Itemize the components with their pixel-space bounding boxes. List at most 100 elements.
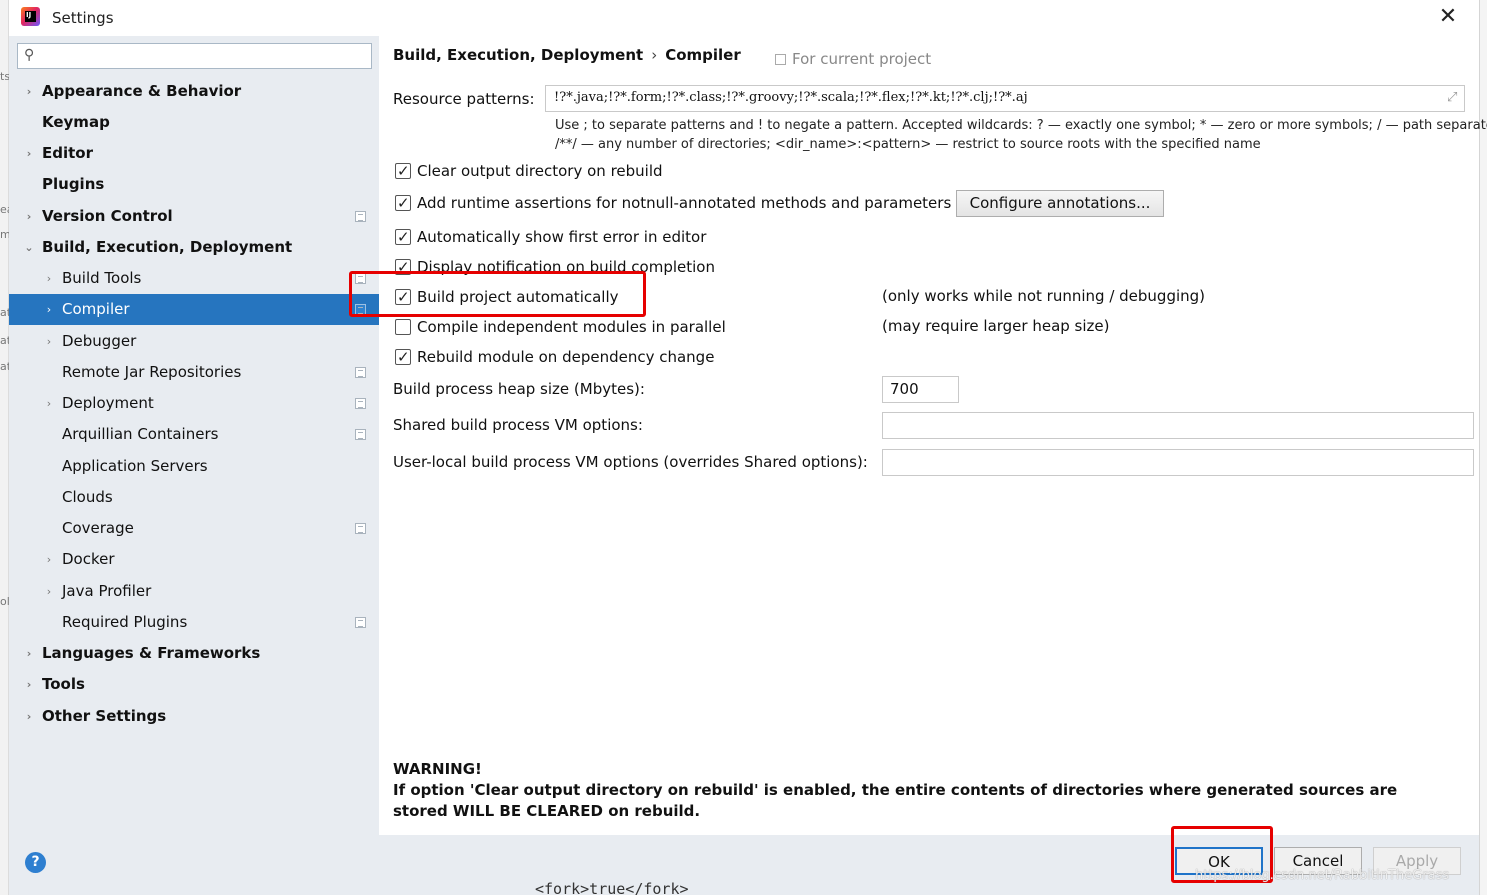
chevron-right-icon[interactable]: › [43, 544, 55, 575]
warning-block: WARNING! If option 'Clear output directo… [393, 759, 1453, 822]
background-code-fragment: <fork>true</fork> [535, 880, 689, 895]
checkbox[interactable] [395, 346, 411, 368]
sidebar-item-languages-frameworks[interactable]: › Languages & Frameworks [9, 638, 379, 669]
warning-title: WARNING! [393, 760, 482, 778]
title-bar: Settings ✕ [9, 0, 1479, 36]
sidebar-item-build-execution-deployment[interactable]: ⌄ Build, Execution, Deployment [9, 232, 379, 263]
chevron-right-icon[interactable]: › [23, 669, 35, 700]
sidebar-item-docker[interactable]: › Docker [9, 544, 379, 575]
sidebar-item-version-control[interactable]: › Version Control [9, 201, 379, 232]
resource-patterns-hint: /**/ — any number of directories; <dir_n… [555, 137, 1261, 152]
compiler-settings-panel: Build, Execution, Deployment › Compiler Fo… [379, 36, 1487, 835]
checkbox[interactable] [395, 226, 411, 248]
sidebar-item-label: Application Servers [62, 457, 208, 475]
sidebar-item-label: Compiler [62, 300, 130, 318]
chevron-right-icon[interactable]: › [43, 294, 55, 325]
search-field[interactable]: ⚲ [17, 43, 372, 69]
scope-indicator: For current project [775, 50, 931, 68]
sidebar-item-remote-jar-repositories[interactable]: Remote Jar Repositories [9, 357, 379, 388]
sidebar-item-java-profiler[interactable]: › Java Profiler [9, 576, 379, 607]
checkbox[interactable] [395, 160, 411, 182]
sidebar-item-label: Remote Jar Repositories [62, 363, 242, 381]
project-scope-icon [355, 617, 366, 628]
project-scope-icon [355, 273, 366, 284]
ide-editor-edge: ts ea m at at at ol [0, 0, 14, 895]
project-scope-icon [775, 54, 786, 65]
sidebar-item-deployment[interactable]: › Deployment [9, 388, 379, 419]
breadcrumb: Build, Execution, Deployment › Compiler [393, 46, 741, 64]
sidebar-item-plugins[interactable]: Plugins [9, 169, 379, 200]
checkbox[interactable] [395, 256, 411, 278]
project-scope-icon [355, 523, 366, 534]
chevron-right-icon[interactable]: › [43, 263, 55, 294]
chevron-right-icon[interactable]: › [23, 638, 35, 669]
settings-dialog: Settings ✕ ⚲ › Appearance & Behavior Keyma… [9, 0, 1487, 895]
sidebar-item-label: Keymap [42, 113, 110, 131]
user-vm-options-label: User-local build process VM options (ove… [393, 453, 868, 471]
heap-size-label: Build process heap size (Mbytes): [393, 380, 645, 398]
heap-size-input[interactable]: 700 [882, 376, 959, 403]
dialog-footer: ? OK Cancel Apply [9, 835, 1479, 895]
checkbox[interactable] [395, 286, 411, 308]
sidebar-item-compiler[interactable]: › Compiler [9, 294, 379, 325]
resource-patterns-input[interactable]: !?*.java;!?*.form;!?*.class;!?*.groovy;!… [545, 85, 1465, 112]
chevron-right-icon[interactable]: › [43, 576, 55, 607]
checkbox[interactable] [395, 319, 411, 335]
sidebar-item-label: Coverage [62, 519, 134, 537]
option-label: Rebuild module on dependency change [417, 348, 715, 366]
sidebar-item-label: Plugins [42, 175, 105, 193]
window-title: Settings [52, 9, 114, 27]
option-label: Add runtime assertions for notnull-annot… [417, 194, 952, 212]
chevron-right-icon[interactable]: › [23, 76, 35, 107]
configure-annotations-button[interactable]: Configure annotations... [956, 190, 1164, 217]
watermark: https://blog.csdn.net/RabbitInTheGrass [1195, 868, 1450, 883]
sidebar-item-label: Docker [62, 550, 115, 568]
sidebar-item-label: Languages & Frameworks [42, 644, 261, 662]
sidebar-item-label: Other Settings [42, 707, 167, 725]
sidebar-item-label: Build Tools [62, 269, 142, 287]
sidebar-item-tools[interactable]: › Tools [9, 669, 379, 700]
sidebar-item-debugger[interactable]: › Debugger [9, 326, 379, 357]
settings-sidebar: ⚲ › Appearance & Behavior Keymap › Editor Plu… [9, 36, 379, 835]
sidebar-item-other-settings[interactable]: › Other Settings [9, 701, 379, 732]
sidebar-item-keymap[interactable]: Keymap [9, 107, 379, 138]
sidebar-item-label: Editor [42, 144, 93, 162]
intellij-logo-icon [21, 7, 40, 26]
shared-vm-options-input[interactable] [882, 412, 1474, 439]
sidebar-item-arquillian-containers[interactable]: Arquillian Containers [9, 419, 379, 450]
warning-text: If option 'Clear output directory on reb… [393, 781, 1398, 820]
expand-field-icon[interactable]: ⤢ [1447, 90, 1457, 105]
project-scope-icon [355, 367, 366, 378]
project-scope-icon [355, 429, 366, 440]
checkbox[interactable] [395, 192, 411, 214]
sidebar-item-label: Java Profiler [62, 582, 152, 600]
chevron-right-icon[interactable]: › [43, 326, 55, 357]
resource-patterns-hint: Use ; to separate patterns and ! to nega… [555, 118, 1487, 133]
chevron-right-icon[interactable]: › [23, 701, 35, 732]
sidebar-item-clouds[interactable]: Clouds [9, 482, 379, 513]
chevron-right-icon[interactable]: › [23, 201, 35, 232]
parallel-compile-note: (may require larger heap size) [882, 317, 1110, 335]
chevron-right-icon[interactable]: › [23, 138, 35, 169]
sidebar-item-editor[interactable]: › Editor [9, 138, 379, 169]
chevron-right-icon[interactable]: › [43, 388, 55, 419]
user-vm-options-input[interactable] [882, 449, 1474, 476]
sidebar-item-label: Deployment [62, 394, 154, 412]
search-input[interactable] [46, 46, 366, 66]
project-scope-icon [355, 211, 366, 222]
close-icon[interactable]: ✕ [1435, 6, 1461, 30]
breadcrumb-separator: › [651, 46, 658, 64]
help-icon[interactable]: ? [25, 852, 46, 873]
sidebar-item-coverage[interactable]: Coverage [9, 513, 379, 544]
sidebar-item-label: Appearance & Behavior [42, 82, 242, 100]
sidebar-item-label: Debugger [62, 332, 137, 350]
sidebar-item-application-servers[interactable]: Application Servers [9, 451, 379, 482]
sidebar-item-appearance-behavior[interactable]: › Appearance & Behavior [9, 76, 379, 107]
sidebar-item-required-plugins[interactable]: Required Plugins [9, 607, 379, 638]
sidebar-item-build-tools[interactable]: › Build Tools [9, 263, 379, 294]
ide-editor-right-edge [1479, 0, 1487, 895]
option-label: Compile independent modules in parallel [417, 318, 726, 336]
search-icon: ⚲ [24, 47, 35, 63]
chevron-down-icon[interactable]: ⌄ [23, 232, 35, 263]
option-label: Clear output directory on rebuild [417, 162, 663, 180]
